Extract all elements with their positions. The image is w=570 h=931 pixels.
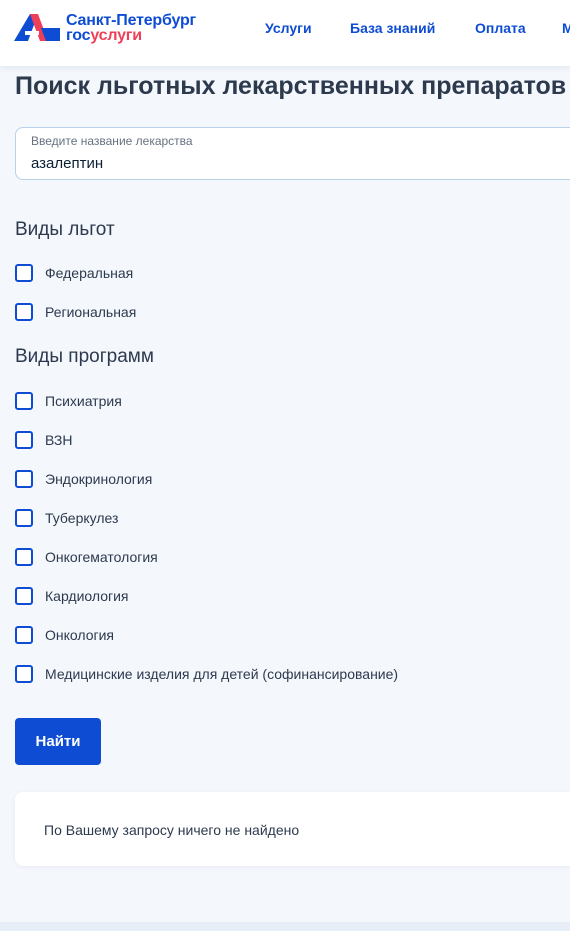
checkbox-label: Эндокринология [45,471,153,487]
benefit-types-title: Виды льгот [15,219,115,240]
no-results-message: По Вашему запросу ничего не найдено [44,822,300,838]
checkbox-label: Психиатрия [45,393,122,409]
checkbox-federal[interactable]: Федеральная [15,264,555,284]
checkbox-label: Медицинские изделия для детей (софинанси… [45,666,399,682]
checkbox-oncology[interactable]: Онкология [15,626,555,646]
checkbox-oncohematology[interactable]: Онкогематология [15,548,555,568]
program-types-title: Виды программ [15,346,154,367]
checkbox-regional[interactable]: Региональная [15,303,555,323]
checkbox-icon[interactable] [15,626,33,644]
header: Санкт-Петербург госуслуги Услуги База зн… [0,0,570,66]
checkbox-endocrinology[interactable]: Эндокринология [15,470,555,490]
checkbox-label: Региональная [45,304,137,320]
nav-item-services[interactable]: Услуги [265,20,312,36]
checkbox-icon[interactable] [15,509,33,527]
checkbox-label: Кардиология [45,588,129,604]
checkbox-icon[interactable] [15,431,33,449]
checkbox-label: Туберкулез [45,510,119,526]
checkbox-label: Онкология [45,627,115,643]
checkbox-icon[interactable] [15,470,33,488]
checkbox-label: ВЗН [45,432,73,448]
nav-item-knowledge-base[interactable]: База знаний [350,20,435,36]
top-nav: Услуги База знаний Оплата М [0,20,570,40]
page-title: Поиск льготных лекарственных препаратов [15,72,567,100]
find-button[interactable]: Найти [15,718,101,765]
drug-search-input[interactable] [31,152,531,174]
search-label: Введите название лекарства [31,134,193,148]
checkbox-label: Федеральная [45,265,134,281]
checkbox-icon[interactable] [15,548,33,566]
checkbox-icon[interactable] [15,264,33,282]
footer-strip [0,922,570,931]
search-result-card: По Вашему запросу ничего не найдено [15,792,570,866]
checkbox-vzn[interactable]: ВЗН [15,431,555,451]
nav-item-payment[interactable]: Оплата [475,20,526,36]
nav-item-more[interactable]: М [562,20,570,36]
checkbox-icon[interactable] [15,587,33,605]
checkbox-psychiatry[interactable]: Психиатрия [15,392,555,412]
checkbox-cardiology[interactable]: Кардиология [15,587,555,607]
checkbox-icon[interactable] [15,665,33,683]
checkbox-icon[interactable] [15,303,33,321]
checkbox-medical-devices-children[interactable]: Медицинские изделия для детей (софинанси… [15,665,555,685]
checkbox-label: Онкогематология [45,549,158,565]
checkbox-tuberculosis[interactable]: Туберкулез [15,509,555,529]
drug-search-field[interactable]: Введите название лекарства [15,127,570,180]
checkbox-icon[interactable] [15,392,33,410]
